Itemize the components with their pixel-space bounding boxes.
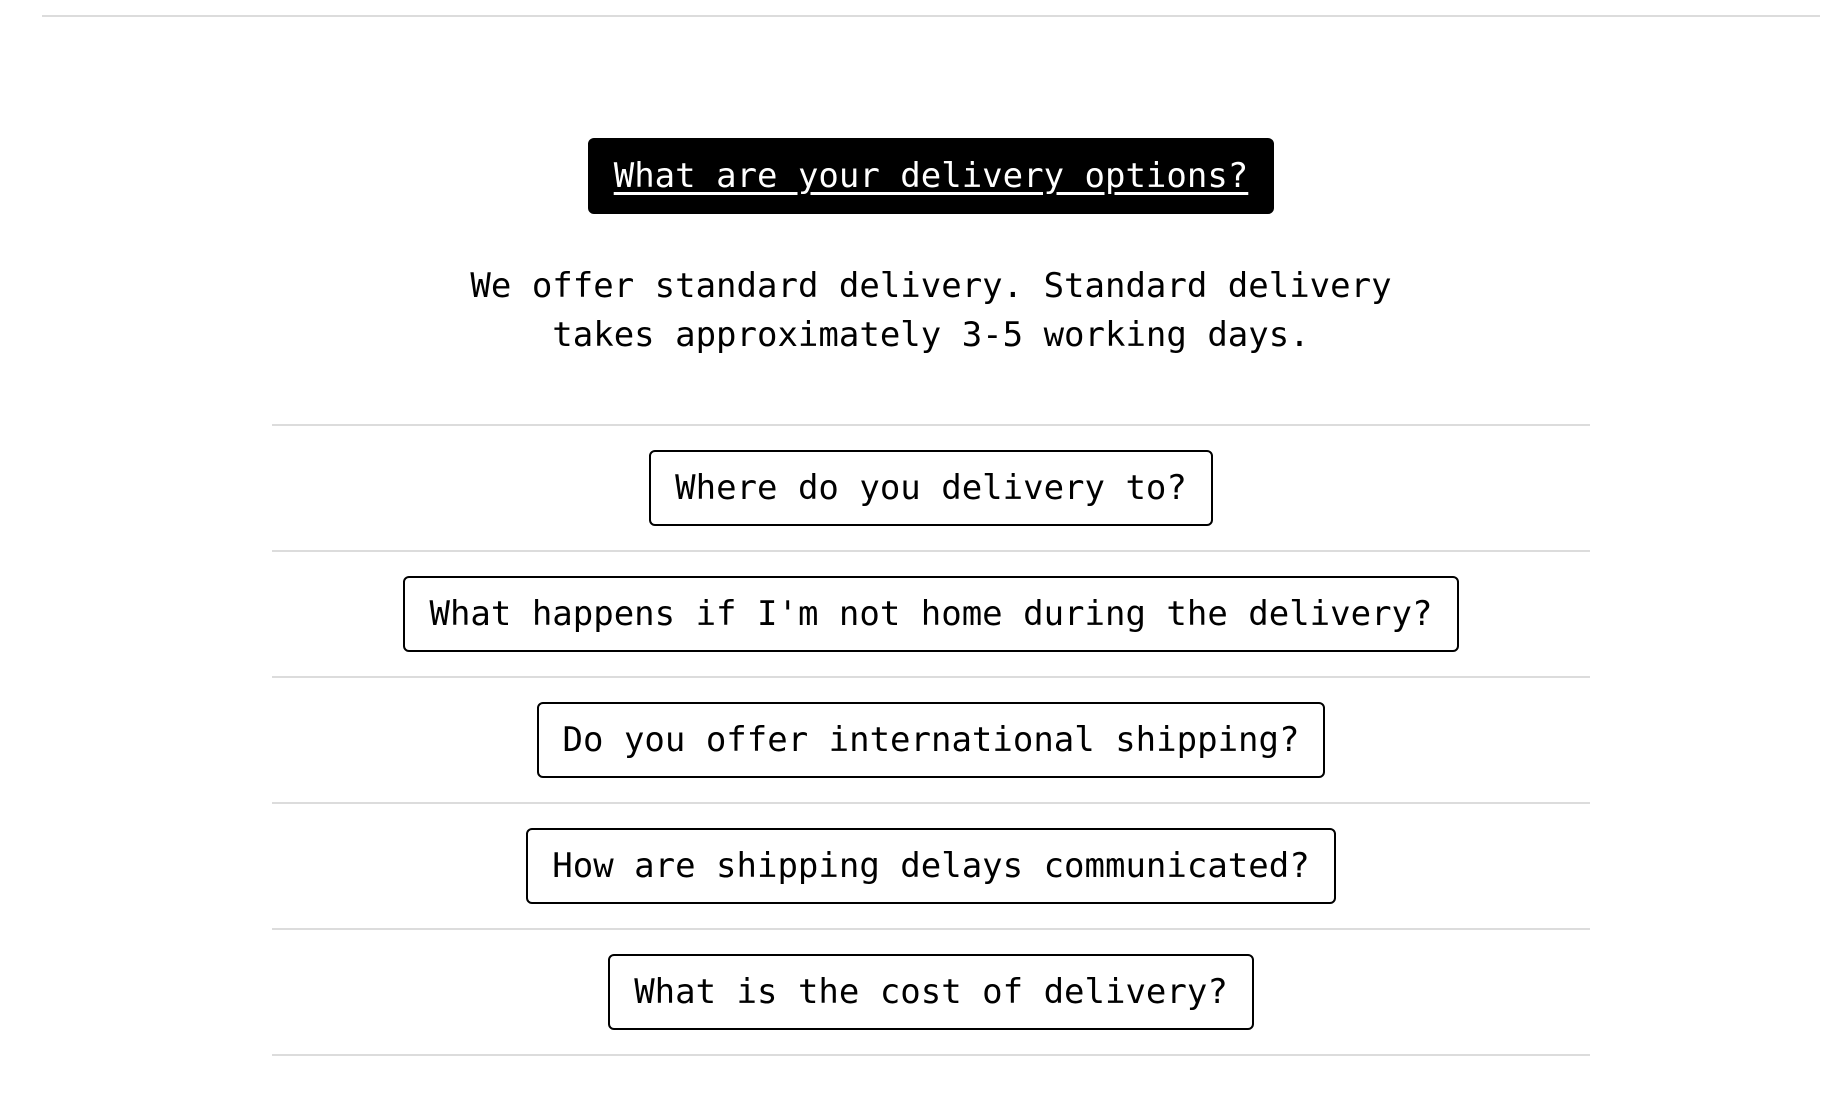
faq-question-delivery-cost[interactable]: What is the cost of delivery? (608, 954, 1254, 1030)
faq-answer-delivery-options: We offer standard delivery. Standard del… (470, 266, 1392, 355)
faq-question-not-home[interactable]: What happens if I'm not home during the … (403, 576, 1459, 652)
faq-question-delivery-options[interactable]: What are your delivery options? (587, 138, 1275, 214)
faq-accordion: What are your delivery options? We offer… (272, 138, 1590, 1056)
faq-item-delivery-cost: What is the cost of delivery? (272, 930, 1590, 1056)
faq-item-delivery-options: What are your delivery options? We offer… (272, 138, 1590, 426)
faq-item-not-home: What happens if I'm not home during the … (272, 552, 1590, 678)
top-divider (42, 15, 1820, 17)
faq-item-international-shipping: Do you offer international shipping? (272, 678, 1590, 804)
faq-item-shipping-delays: How are shipping delays communicated? (272, 804, 1590, 930)
faq-question-international-shipping[interactable]: Do you offer international shipping? (536, 702, 1326, 778)
faq-item-delivery-destinations: Where do you delivery to? (272, 426, 1590, 552)
faq-question-shipping-delays[interactable]: How are shipping delays communicated? (526, 828, 1336, 904)
faq-question-delivery-destinations[interactable]: Where do you delivery to? (649, 450, 1213, 526)
